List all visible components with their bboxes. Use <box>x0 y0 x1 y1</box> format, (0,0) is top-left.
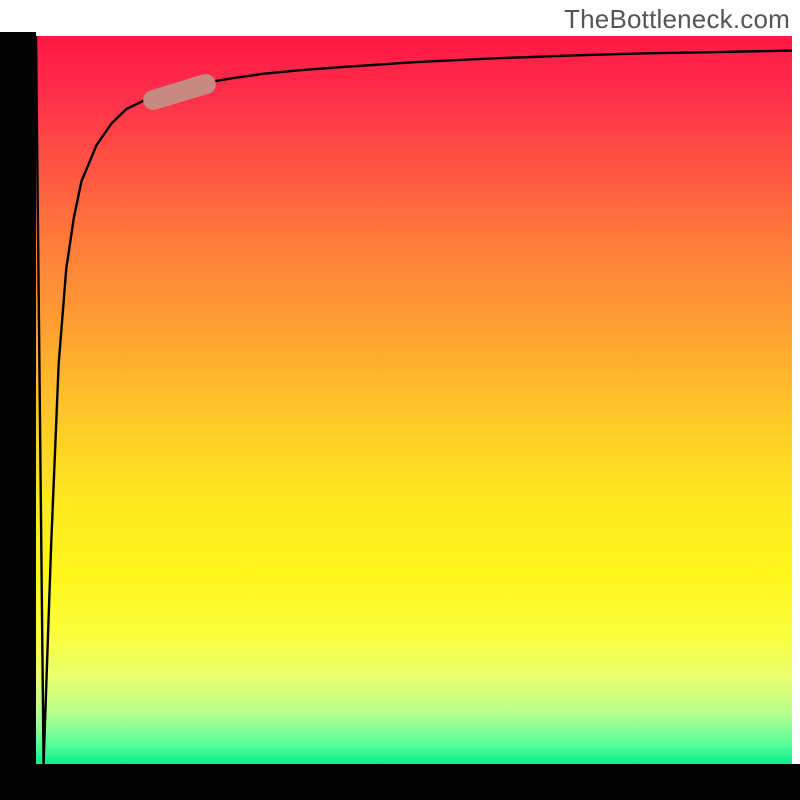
bottleneck-curve <box>36 36 792 764</box>
y-axis <box>0 32 36 768</box>
plot-area <box>36 36 792 764</box>
x-axis <box>0 764 800 800</box>
watermark-text: TheBottleneck.com <box>564 4 790 35</box>
chart-frame: TheBottleneck.com <box>0 0 800 800</box>
